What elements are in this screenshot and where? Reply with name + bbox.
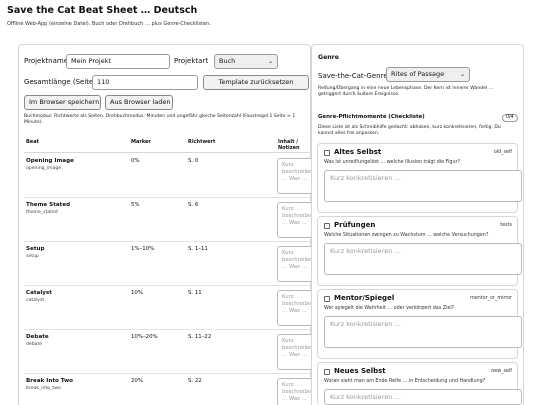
- checklist-title: Genre-Pflichtmomente (Checkliste): [318, 114, 425, 120]
- beat-name: Theme Stated: [26, 202, 71, 208]
- beat-id: setup: [26, 254, 39, 259]
- checklist-item-title: Mentor/Spiegel: [334, 294, 395, 302]
- genre-select-label: Save-the-Cat-Genre: [318, 72, 388, 80]
- checklist-progress-badge: 0/4: [502, 114, 518, 122]
- beat-id: theme_stated: [26, 210, 58, 215]
- beat-marker: 0%: [131, 158, 140, 164]
- beat-marker: 10%–20%: [131, 334, 158, 340]
- checklist-item-question: Welche Situationen zwingen zu Wachstum ……: [324, 233, 489, 238]
- beat-target: S. 22: [188, 378, 202, 384]
- beat-name: Catalyst: [26, 290, 52, 296]
- beat-target: S. 11: [188, 290, 202, 296]
- project-type-label: Projektart: [174, 57, 209, 65]
- beat-target: S. 11–22: [188, 334, 212, 340]
- checklist-item-key: old_self: [493, 150, 512, 155]
- total-length-input[interactable]: 110: [92, 75, 198, 90]
- checkbox[interactable]: [324, 150, 330, 156]
- checkbox[interactable]: [324, 369, 330, 375]
- project-type-select[interactable]: Buch ⌄: [214, 54, 278, 69]
- table-row: Debate debate 10%–20% S. 11–22 Kurz besc…: [24, 330, 317, 374]
- checklist-item-textarea[interactable]: Kurz konkretisieren …: [324, 389, 522, 405]
- chevron-down-icon: ⌄: [267, 58, 273, 65]
- checklist-item: Altes Selbst old_self Was ist unreif/ung…: [317, 143, 522, 213]
- beat-name: Break Into Two: [26, 378, 73, 384]
- checklist-item-question: Wer spiegelt die Wahrheit … oder verkörp…: [324, 306, 455, 311]
- table-row: Catalyst catalyst 10% S. 11 Kurz beschre…: [24, 286, 317, 330]
- checklist-item-textarea[interactable]: Kurz konkretisieren …: [324, 243, 522, 275]
- column-header-target: Richtwert: [188, 139, 216, 145]
- table-row: Opening Image opening_image 0% S. 0 Kurz…: [24, 154, 317, 198]
- checklist-item-title: Prüfungen: [334, 221, 376, 229]
- genre-select[interactable]: Rites of Passage ⌄: [386, 67, 470, 82]
- checklist-description: Diese Liste ist als Schreibhilfe gedacht…: [318, 125, 501, 136]
- mode-note: Buchmodus: Richtwerte als Seiten. Drehbu…: [24, 114, 296, 125]
- checklist-item-textarea[interactable]: Kurz konkretisieren …: [324, 316, 522, 348]
- checklist-item-textarea[interactable]: Kurz konkretisieren …: [324, 170, 522, 202]
- column-header-marker: Marker: [131, 139, 151, 145]
- checklist-item: Prüfungen tests Welche Situationen zwing…: [317, 216, 522, 286]
- beat-id: catalyst: [26, 298, 45, 303]
- checklist-item-question: Was ist unreif/ungelöst … welche Illusio…: [324, 160, 460, 165]
- beat-target: S. 0: [188, 158, 199, 164]
- beat-marker: 1%–10%: [131, 246, 155, 252]
- project-name-input[interactable]: Mein Projekt: [66, 54, 170, 69]
- genre-description: Reifung/Übergang in eine neue Lebensphas…: [318, 86, 494, 97]
- checklist-item-key: tests: [500, 223, 512, 228]
- chevron-down-icon: ⌄: [459, 71, 465, 78]
- beat-target: S. 6: [188, 202, 199, 208]
- project-name-label: Projektname: [24, 57, 69, 65]
- checklist-item-title: Neues Selbst: [334, 367, 386, 375]
- beat-id: debate: [26, 342, 43, 347]
- table-row: Break Into Two break_into_two 20% S. 22 …: [24, 374, 317, 405]
- save-browser-button[interactable]: Im Browser speichern: [24, 95, 101, 110]
- checklist-item: Neues Selbst new_self Woran sieht man am…: [317, 362, 522, 405]
- project-type-value: Buch: [219, 57, 236, 65]
- app-title: Save the Cat Beat Sheet … Deutsch: [7, 5, 198, 16]
- checklist-item-title: Altes Selbst: [334, 148, 382, 156]
- reset-template-button[interactable]: Template zurücksetzen: [203, 75, 309, 90]
- beat-id: break_into_two: [26, 386, 61, 391]
- beat-name: Setup: [26, 246, 45, 252]
- table-row: Setup setup 1%–10% S. 1–11 Kurz beschrei…: [24, 242, 317, 286]
- checklist-item-key: new_self: [491, 369, 512, 374]
- beat-id: opening_image: [26, 166, 62, 171]
- beat-marker: 20%: [131, 378, 143, 384]
- load-browser-button[interactable]: Aus Browser laden: [105, 95, 173, 110]
- checklist-item-question: Woran sieht man am Ende Reife … in Entsc…: [324, 379, 486, 384]
- beat-table-header: Beat Marker Richtwert Inhalt / Notizen: [24, 136, 310, 153]
- beat-name: Debate: [26, 334, 49, 340]
- genre-section-title: Genre: [318, 54, 339, 61]
- total-length-label: Gesamtlänge (Seiten): [24, 78, 101, 86]
- app-subtitle: Offline Web-App (einzelne Datei). Buch o…: [7, 21, 211, 27]
- checklist-item-key: mentor_or_mirror: [470, 296, 512, 301]
- beat-marker: 5%: [131, 202, 140, 208]
- checkbox[interactable]: [324, 223, 330, 229]
- checklist-item: Mentor/Spiegel mentor_or_mirror Wer spie…: [317, 289, 522, 359]
- beat-name: Opening Image: [26, 158, 74, 164]
- beat-marker: 10%: [131, 290, 143, 296]
- genre-select-value: Rites of Passage: [391, 70, 445, 78]
- beat-target: S. 1–11: [188, 246, 208, 252]
- checkbox[interactable]: [324, 296, 330, 302]
- column-header-beat: Beat: [26, 139, 39, 145]
- table-row: Theme Stated theme_stated 5% S. 6 Kurz b…: [24, 198, 317, 242]
